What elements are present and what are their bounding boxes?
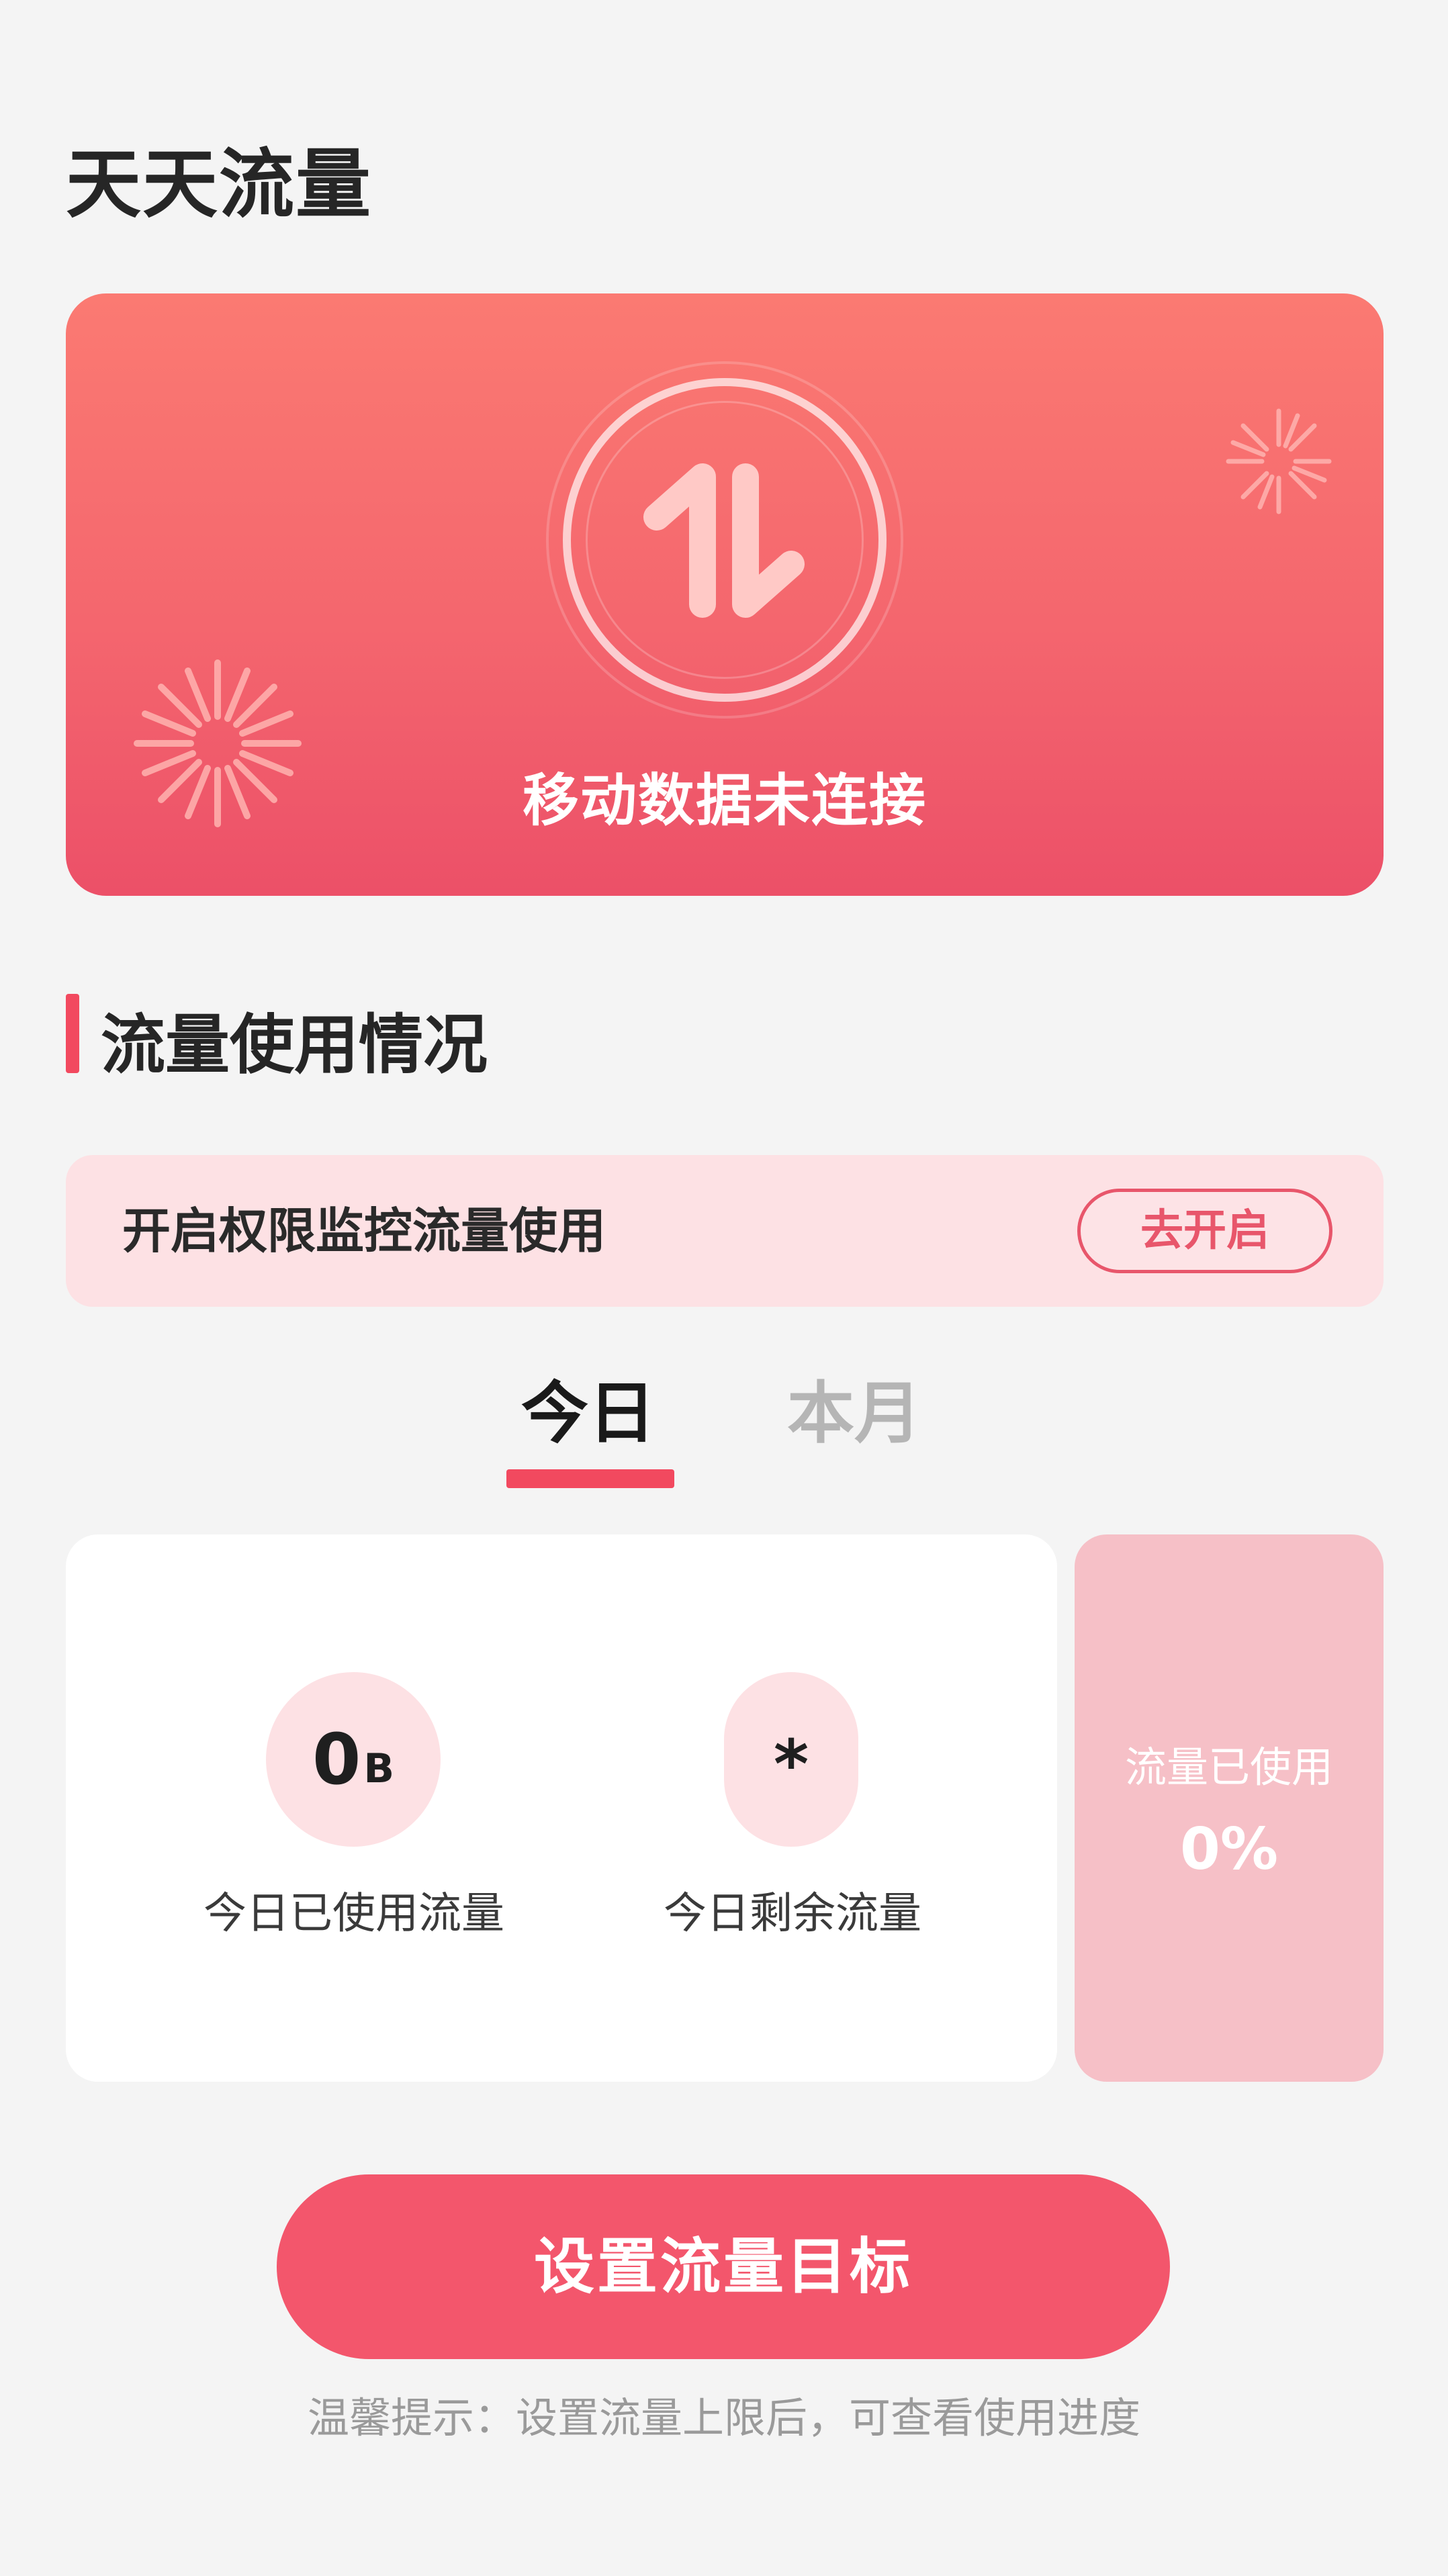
remaining-traffic-value: * — [773, 1725, 809, 1804]
permission-banner: 开启权限监控流量使用 去开启 — [66, 1155, 1384, 1307]
remaining-traffic-bubble: * — [724, 1672, 858, 1847]
tip-text: 温馨提示：设置流量上限后，可查看使用进度 — [307, 2393, 1140, 2442]
connection-status-text: 移动数据未连接 — [522, 768, 927, 833]
data-transfer-icon — [643, 463, 805, 618]
tab-today[interactable]: 今日 — [521, 1370, 655, 1457]
tab-month[interactable]: 本月 — [787, 1370, 921, 1457]
usage-percent: 0% — [1179, 1816, 1278, 1883]
remaining-traffic-label: 今日剩余流量 — [664, 1889, 921, 1939]
daily-stats-card: 0B 今日已使用流量 * 今日剩余流量 — [66, 1534, 1057, 2082]
enable-permission-button[interactable]: 去开启 — [1077, 1189, 1332, 1273]
used-traffic-label: 今日已使用流量 — [203, 1889, 504, 1939]
section-title: 流量使用情况 — [101, 1007, 488, 1083]
used-traffic-bubble: 0B — [266, 1672, 441, 1847]
section-accent-bar — [66, 994, 79, 1073]
used-traffic-value: 0 — [312, 1718, 361, 1800]
usage-label: 流量已使用 — [1124, 1743, 1333, 1792]
set-traffic-goal-button[interactable]: 设置流量目标 — [277, 2174, 1170, 2359]
usage-percent-card: 流量已使用 0% — [1075, 1534, 1384, 2082]
page-title: 天天流量 — [66, 141, 372, 228]
permission-text: 开启权限监控流量使用 — [122, 1203, 606, 1259]
data-status-card: 移动数据未连接 — [66, 293, 1384, 896]
firework-decoration-icon — [1226, 408, 1332, 514]
active-tab-indicator — [506, 1469, 674, 1488]
used-traffic-unit: B — [363, 1745, 395, 1792]
